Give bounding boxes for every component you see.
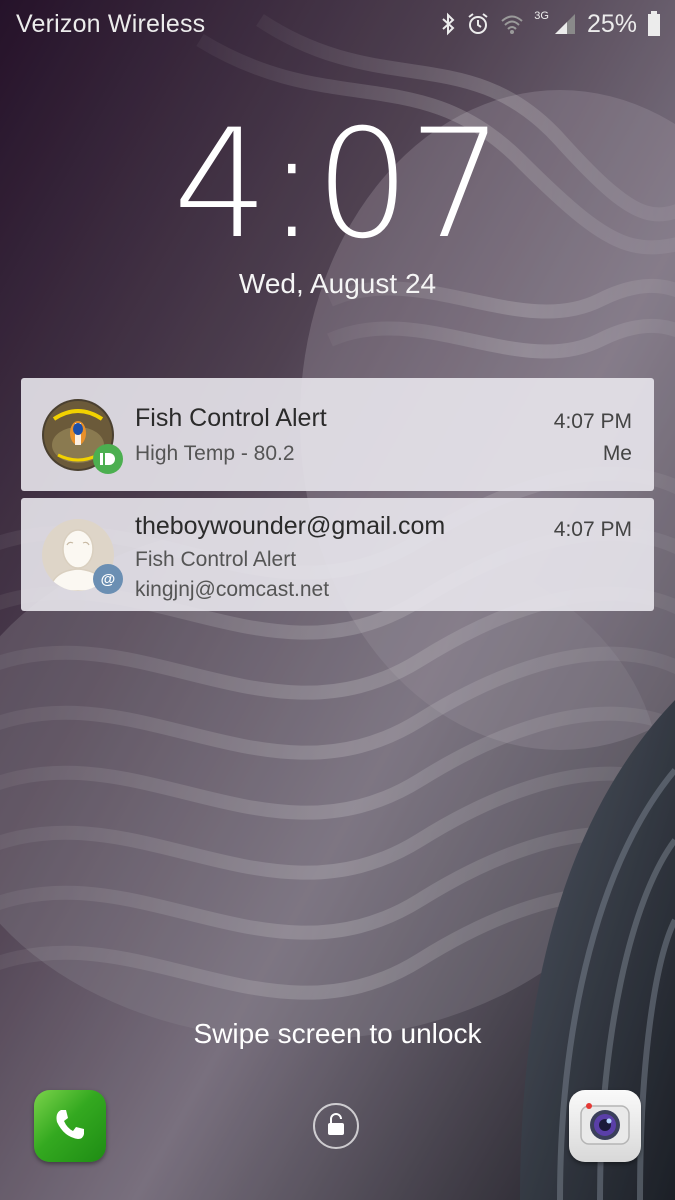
signal-icon [553,12,577,36]
notification-detail: kingjnj@comcast.net [135,578,330,601]
alarm-icon [466,12,490,36]
status-icons: 3G 25% [440,10,661,39]
wifi-icon [500,13,524,35]
lockscreen-date: Wed, August 24 [238,268,437,299]
camera-icon [575,1094,635,1159]
network-type: 3G [534,10,549,22]
camera-shortcut-button[interactable] [569,1090,641,1162]
notification-card[interactable]: Fish Control Alert High Temp - 80.2 4:07… [21,378,654,491]
pushbullet-icon [93,444,123,474]
battery-icon [647,11,661,37]
swipe-hint: Swipe screen to unlock [193,1018,482,1049]
lockscreen-clock: 4:07 [173,98,504,272]
unlock-icon [325,1112,347,1141]
notification-time: 4:07 PM [553,410,632,433]
notification-time: 4:07 PM [553,518,632,541]
battery-percent: 25% [586,9,637,38]
status-bar: Verizon Wireless 3G 25% [0,0,675,48]
email-icon: @ [93,564,123,594]
bluetooth-icon [440,12,456,36]
phone-icon [50,1104,90,1149]
notification-title: Fish Control Alert [135,404,327,432]
notification-subtitle: High Temp - 80.2 [135,442,295,465]
carrier-name: Verizon Wireless [16,9,206,38]
notification-subtitle: Fish Control Alert [135,548,297,571]
phone-shortcut-button[interactable] [34,1090,106,1162]
notification-title: theboywounder@gmail.com [135,512,446,540]
unlock-button[interactable] [313,1103,359,1149]
notification-card[interactable]: @ theboywounder@gmail.com Fish Control A… [21,498,654,611]
notification-recipient: Me [602,442,632,465]
